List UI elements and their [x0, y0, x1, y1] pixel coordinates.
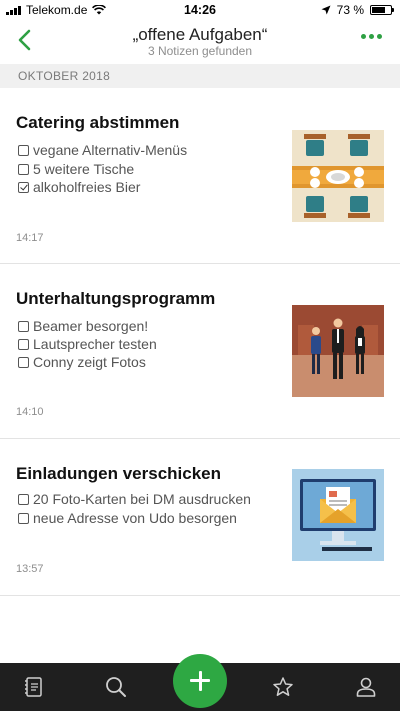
email-monitor-thumbnail	[292, 469, 384, 561]
section-header: OKTOBER 2018	[0, 64, 400, 88]
checkbox[interactable]	[18, 493, 29, 505]
checkbox[interactable]	[18, 320, 29, 332]
page-subtitle: 3 Notizen gefunden	[147, 44, 253, 58]
todo-item[interactable]: Beamer besorgen!	[18, 318, 148, 334]
todo-item[interactable]: Conny zeigt Fotos	[18, 354, 146, 370]
location-arrow-icon	[321, 5, 331, 15]
todo-text: Conny zeigt Fotos	[33, 354, 146, 370]
todo-item[interactable]: 20 Foto-Karten bei DM ausdrucken	[18, 491, 251, 507]
todo-text: Beamer besorgen!	[33, 318, 149, 334]
todo-text: vegane Alternativ-Menüs	[33, 142, 188, 158]
todo-item[interactable]: alkoholfreies Bier	[18, 179, 140, 195]
tab-account[interactable]	[354, 675, 378, 699]
add-note-button[interactable]	[173, 654, 227, 708]
search-icon	[106, 677, 126, 697]
note-title: Einladungen verschicken	[16, 464, 222, 483]
battery-icon	[370, 5, 394, 15]
back-button[interactable]	[14, 28, 38, 52]
todo-text: Lautsprecher testen	[33, 336, 157, 352]
page-title: „offene Aufgaben“	[132, 25, 268, 44]
status-right: 73 %	[321, 3, 394, 17]
todo-text: 5 weitere Tische	[33, 161, 135, 177]
dining-table-thumbnail	[292, 130, 384, 222]
tab-notes[interactable]	[22, 675, 46, 699]
notes-icon	[25, 677, 42, 697]
battery-percent: 73 %	[336, 3, 364, 17]
more-icon	[361, 34, 366, 39]
tab-shortcuts[interactable]	[271, 675, 295, 699]
note-item[interactable]: Einladungen verschicken 20 Foto-Karten b…	[0, 439, 400, 596]
todo-item[interactable]: neue Adresse von Udo besorgen	[18, 510, 237, 526]
checkbox[interactable]	[18, 338, 29, 350]
star-icon	[273, 677, 293, 696]
note-item[interactable]: Unterhaltungsprogramm Beamer besorgen! L…	[0, 264, 400, 439]
account-icon	[356, 677, 376, 697]
note-item[interactable]: Catering abstimmen vegane Alternativ-Men…	[0, 88, 400, 264]
more-options-button[interactable]	[361, 34, 382, 39]
todo-text: alkoholfreies Bier	[33, 179, 141, 195]
todo-text: 20 Foto-Karten bei DM ausdrucken	[33, 491, 251, 507]
note-time: 14:10	[16, 406, 44, 418]
section-label: OKTOBER 2018	[18, 69, 111, 83]
checkbox[interactable]	[18, 512, 29, 524]
checkbox[interactable]	[18, 144, 29, 156]
todo-item[interactable]: 5 weitere Tische	[18, 161, 134, 177]
checkbox[interactable]	[18, 163, 29, 175]
todo-item[interactable]: Lautsprecher testen	[18, 336, 157, 352]
todo-item[interactable]: vegane Alternativ-Menüs	[18, 142, 187, 158]
navigation-bar: „offene Aufgaben“ 3 Notizen gefunden	[0, 20, 400, 62]
note-title: Unterhaltungsprogramm	[16, 289, 216, 308]
note-title: Catering abstimmen	[16, 113, 180, 132]
checkbox-checked[interactable]	[18, 181, 29, 193]
tab-search[interactable]	[104, 675, 128, 699]
checkbox[interactable]	[18, 356, 29, 368]
people-meeting-thumbnail	[292, 305, 384, 397]
note-time: 14:17	[16, 232, 44, 244]
chevron-left-icon	[18, 29, 31, 51]
todo-text: neue Adresse von Udo besorgen	[33, 510, 237, 526]
battery-fill	[372, 7, 386, 13]
status-bar: Telekom.de 14:26 73 %	[0, 0, 400, 20]
note-time: 13:57	[16, 563, 44, 575]
